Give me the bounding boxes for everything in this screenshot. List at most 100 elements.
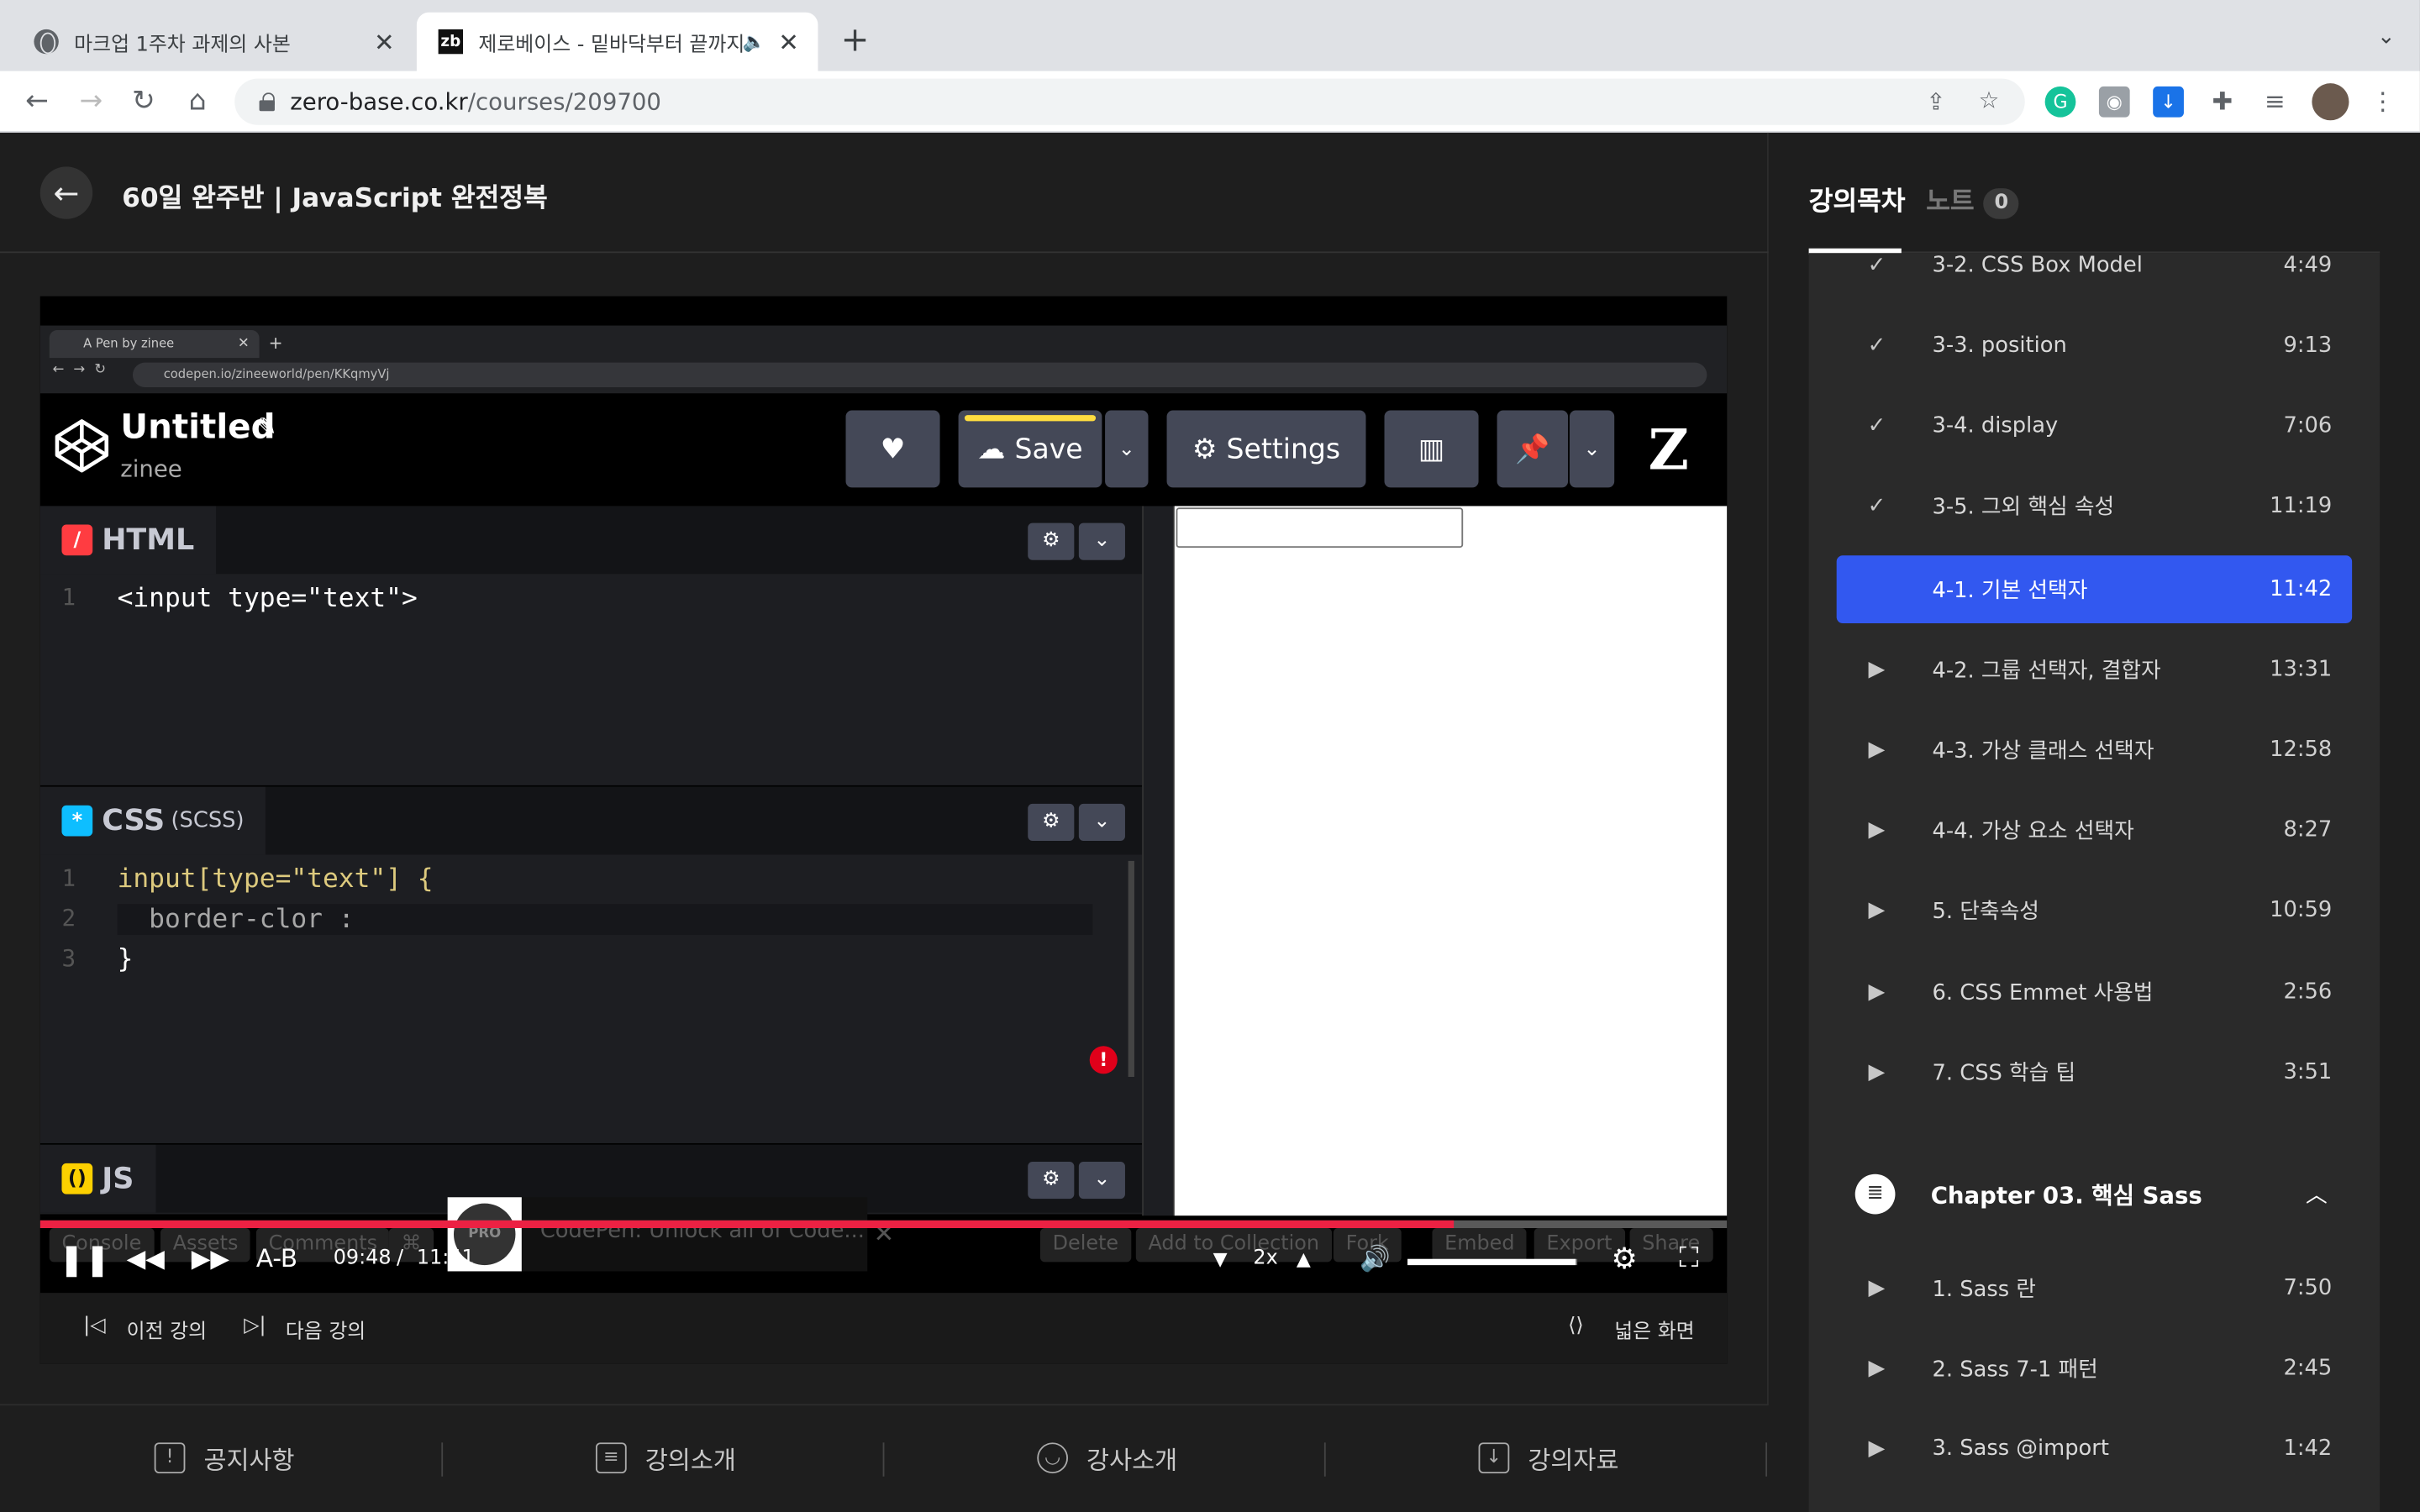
video-nav-icons: ←→↻: [52, 362, 116, 378]
divider: [1323, 1442, 1326, 1477]
wide-screen-icon[interactable]: ⟨⟩: [1568, 1315, 1584, 1338]
wide-screen-button[interactable]: 넓은 화면: [1614, 1315, 1694, 1344]
avatar[interactable]: [2312, 83, 2349, 121]
lesson-item[interactable]: ▶ 3. Sass @import 1:42: [1837, 1415, 2352, 1483]
nav-label: 강의소개: [644, 1445, 736, 1475]
forward-icon[interactable]: →: [72, 83, 109, 120]
lesson-duration: 11:42: [2270, 576, 2333, 602]
css-badge-icon: *: [61, 805, 93, 837]
chapter-header[interactable]: ≣ Chapter 03. 핵심 Sass ︿: [1837, 1151, 2352, 1237]
document-icon: ≣: [1854, 1173, 1896, 1215]
rewind-icon[interactable]: ◀◀: [127, 1241, 165, 1278]
lesson-duration: 11:19: [2270, 493, 2333, 519]
prev-lecture-button[interactable]: 이전 강의: [127, 1315, 207, 1344]
lesson-item[interactable]: ▶ 2. Sass 7-1 패턴 2:45: [1837, 1335, 2352, 1403]
video-controls: ❚❚ ◀◀ ▶▶ A-B 09:48 / 11:41 ▼ 2x ▲ 🔊 ⚙ ⛶: [40, 1231, 1728, 1293]
lesson-title: 1. Sass 란: [1932, 1277, 2036, 1303]
lesson-item[interactable]: ▶ 7. CSS 학습 팁 3:51: [1837, 1038, 2352, 1106]
z-logo-icon: Z: [1648, 417, 1689, 483]
tab-toc[interactable]: 강의목차: [1809, 179, 1906, 218]
video-player[interactable]: A Pen by zinee ✕ + ←→↻ codepen.io/zineew…: [39, 296, 1728, 1364]
pin-icon: 📌: [1497, 410, 1569, 488]
chevron-down-icon: ⌄: [1105, 410, 1149, 488]
close-icon[interactable]: ✕: [367, 27, 401, 56]
code-line: <input type="text">: [117, 583, 418, 615]
volume-slider[interactable]: [1407, 1258, 1578, 1266]
lesson-title: 5. 단축속성: [1932, 899, 2039, 925]
speaker-icon[interactable]: 🔈: [743, 31, 765, 53]
lesson-item[interactable]: ▶ 4-2. 그룹 선택자, 결합자 13:31: [1837, 636, 2352, 704]
sidebar-tabs: 강의목차 노트 0: [1808, 133, 2381, 254]
next-lecture-button[interactable]: 다음 강의: [286, 1315, 366, 1344]
speed-down-icon[interactable]: ▼: [1213, 1241, 1228, 1278]
preview-text-input: [1176, 507, 1464, 549]
speed-up-icon[interactable]: ▲: [1297, 1241, 1311, 1278]
url-host: zero-base.co.kr: [290, 87, 468, 116]
nav-materials[interactable]: ↓ 강의자료: [1478, 1440, 1618, 1477]
camera-icon[interactable]: ◉: [2098, 86, 2130, 118]
lesson-item[interactable]: ▶ 4-4. 가상 요소 선택자 8:27: [1837, 796, 2352, 864]
prev-lecture-icon[interactable]: |◁: [83, 1315, 105, 1338]
media-icon[interactable]: ≡: [2260, 87, 2291, 118]
close-icon[interactable]: ✕: [771, 27, 805, 56]
lesson-item[interactable]: ✓ 3-4. display 7:06: [1837, 392, 2352, 460]
html-tab: / HTML: [39, 506, 216, 575]
fullscreen-icon[interactable]: ⛶: [1679, 1241, 1698, 1278]
lesson-duration: 2:45: [2283, 1356, 2333, 1381]
fast-forward-icon[interactable]: ▶▶: [192, 1241, 229, 1278]
video-progress-bar[interactable]: [39, 1220, 1728, 1229]
volume-icon[interactable]: 🔊: [1360, 1241, 1391, 1278]
lesson-item[interactable]: ▶ 5. 단축속성 10:59: [1837, 876, 2352, 944]
share-icon[interactable]: ⇪: [1926, 88, 1945, 116]
chevron-down-icon[interactable]: ⌄: [2377, 24, 2396, 49]
pencil-icon: ✎: [255, 412, 277, 442]
lesson-title: 3-3. position: [1932, 333, 2067, 359]
browser-tab-1[interactable]: 마크업 1주차 과제의 사본 ✕: [13, 13, 414, 71]
nav-instructor[interactable]: ◡ 강사소개: [1037, 1440, 1177, 1477]
lesson-item[interactable]: ▶ 4-3. 가상 클래스 선택자 12:58: [1837, 716, 2352, 784]
current-time: 09:48: [333, 1247, 392, 1270]
lesson-duration: 12:58: [2270, 737, 2333, 763]
gear-icon[interactable]: ⚙: [1612, 1241, 1638, 1278]
js-badge-icon: (): [61, 1163, 93, 1194]
lesson-item[interactable]: ✓ 3-2. CSS Box Model 4:49: [1837, 253, 2352, 299]
browser-tab-2[interactable]: zb 제로베이스 - 밑바닥부터 끝까지 🔈 ✕: [416, 12, 818, 71]
gear-icon: ⚙: [1028, 1162, 1075, 1200]
back-button[interactable]: ←: [39, 166, 93, 219]
lesson-item-current[interactable]: 4-1. 기본 선택자 11:42: [1836, 555, 2353, 624]
lesson-item[interactable]: ▶ 6. CSS Emmet 사용법 2:56: [1837, 958, 2352, 1026]
tab-notes[interactable]: 노트 0: [1926, 179, 2020, 219]
zb-favicon-icon: zb: [438, 29, 464, 55]
nav-notice[interactable]: ! 공지사항: [154, 1440, 295, 1477]
lesson-item[interactable]: ✓ 3-5. 그외 핵심 속성 11:19: [1837, 472, 2352, 540]
puzzle-icon[interactable]: ✚: [2207, 87, 2238, 118]
pause-icon[interactable]: ❚❚: [59, 1241, 111, 1278]
download-icon[interactable]: ↓: [2153, 86, 2184, 118]
check-icon: ✓: [1867, 253, 1886, 278]
reload-icon[interactable]: ↻: [125, 83, 162, 120]
home-icon[interactable]: ⌂: [179, 83, 216, 120]
chevron-up-icon[interactable]: ︿: [2306, 1179, 2328, 1210]
grammarly-icon[interactable]: G: [2044, 86, 2076, 118]
new-tab-button[interactable]: +: [836, 22, 873, 60]
course-title: 60일 완주반 | JavaScript 완전정복: [122, 183, 548, 215]
lesson-title: 7. CSS 학습 팁: [1932, 1061, 2076, 1087]
code-line: }: [117, 944, 134, 975]
lesson-item[interactable]: ✓ 3-3. position 9:13: [1837, 312, 2352, 380]
more-icon[interactable]: ⋮: [2367, 87, 2398, 118]
nav-course-intro[interactable]: ≡ 강의소개: [595, 1440, 736, 1477]
lesson-item[interactable]: ▶ 1. Sass 란 7:50: [1837, 1254, 2352, 1322]
back-icon[interactable]: ←: [18, 83, 55, 120]
time-separator: /: [397, 1247, 404, 1270]
ab-repeat-button[interactable]: A-B: [256, 1241, 297, 1278]
lesson-title: 3. Sass @import: [1932, 1436, 2109, 1462]
play-icon: ▶: [1868, 657, 1886, 682]
download-icon: ↓: [1478, 1442, 1510, 1474]
next-lecture-icon[interactable]: ▷|: [244, 1315, 266, 1338]
star-icon[interactable]: ☆: [1979, 87, 2000, 114]
settings-button: ⚙ Settings: [1166, 410, 1366, 488]
address-bar[interactable]: zero-base.co.kr/courses/209700 ⇪ ☆: [234, 78, 2025, 125]
lock-icon: [259, 92, 275, 112]
lesson-title: 4-1. 기본 선택자: [1932, 578, 2088, 604]
js-tab: () JS: [39, 1144, 156, 1213]
